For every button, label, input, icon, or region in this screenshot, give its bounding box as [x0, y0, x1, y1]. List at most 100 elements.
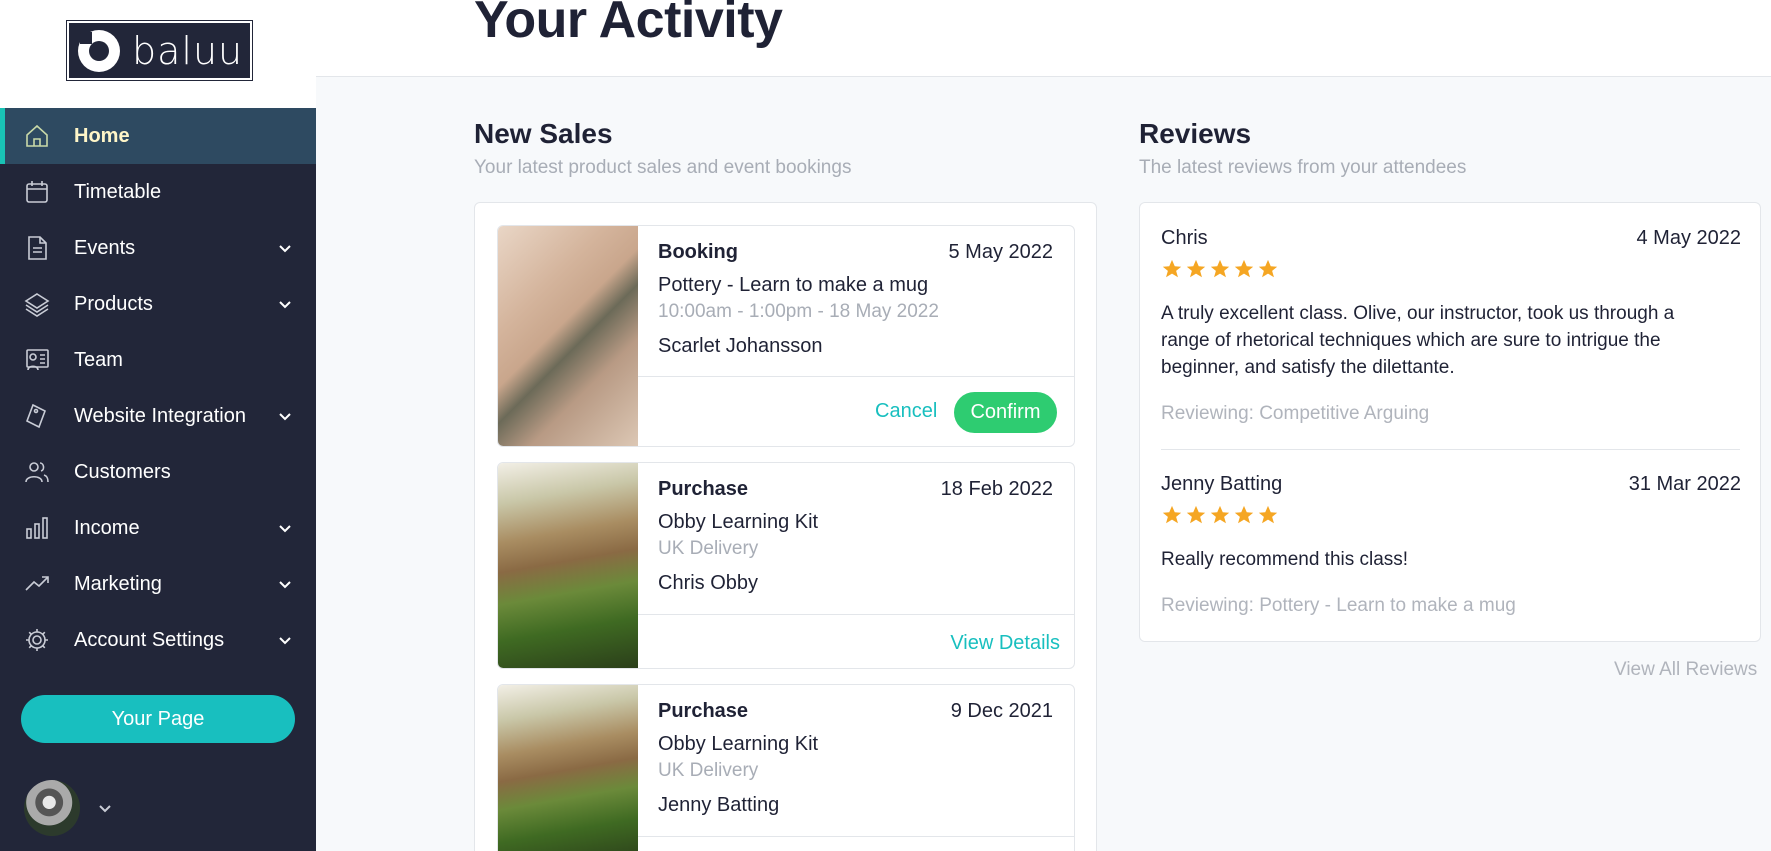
- deer-image: [498, 685, 638, 851]
- trend-line-icon: [22, 569, 52, 599]
- sale-detail: 10:00am - 1:00pm - 18 May 2022: [658, 301, 939, 322]
- star-rating: [1161, 504, 1279, 526]
- review-text: Really recommend this class!: [1161, 549, 1409, 570]
- review-date: 31 Mar 2022: [1628, 473, 1741, 495]
- sidebar-item-label: Income: [74, 516, 140, 539]
- logo-text: baluu: [132, 28, 244, 73]
- star-icon: [1233, 258, 1255, 280]
- sidebar-item-income[interactable]: Income: [0, 500, 316, 556]
- star-icon: [1185, 258, 1207, 280]
- sidebar-item-label: Account Settings: [74, 628, 225, 651]
- chevron-down-icon[interactable]: [276, 239, 294, 257]
- sidebar-item-timetable[interactable]: Timetable: [0, 164, 316, 220]
- reviews-title: Reviews: [1139, 118, 1252, 149]
- view-all-reviews-link[interactable]: View All Reviews: [1614, 659, 1757, 681]
- logo-mark-icon: [78, 29, 120, 72]
- star-icon: [1161, 504, 1183, 526]
- star-icon: [1257, 504, 1279, 526]
- new-sales-subtitle: Your latest product sales and event book…: [474, 157, 852, 178]
- star-icon: [1233, 504, 1255, 526]
- sale-type: Booking: [658, 241, 738, 263]
- tag-icon: [22, 401, 52, 431]
- star-icon: [1209, 504, 1231, 526]
- sale-customer[interactable]: Scarlet Johansson: [658, 335, 823, 358]
- sale-type: Purchase: [658, 700, 749, 722]
- sidebar-item-website-integration[interactable]: Website Integration: [0, 388, 316, 444]
- users-icon: [22, 457, 52, 487]
- reviewer-name: Chris: [1161, 227, 1208, 249]
- chevron-down-icon[interactable]: [276, 575, 294, 593]
- review-target[interactable]: Reviewing: Pottery - Learn to make a mug: [1161, 595, 1516, 617]
- sidebar-item-account-settings[interactable]: Account Settings: [0, 612, 316, 668]
- sale-detail: UK Delivery: [658, 760, 759, 781]
- sale-item-name[interactable]: Obby Learning Kit: [658, 733, 818, 756]
- new-sales-title: New Sales: [474, 118, 613, 149]
- star-rating: [1161, 258, 1279, 280]
- sale-type: Purchase: [658, 478, 749, 500]
- calendar-icon: [22, 177, 52, 207]
- deer-image: [498, 463, 638, 668]
- sale-date: 5 May 2022: [948, 241, 1053, 263]
- sidebar-item-team[interactable]: Team: [0, 332, 316, 388]
- home-icon: [22, 121, 52, 151]
- sidebar-item-label: Timetable: [74, 180, 162, 203]
- document-icon: [22, 233, 52, 263]
- pottery-image: [498, 226, 638, 446]
- divider: [638, 836, 1074, 837]
- divider: [638, 614, 1074, 615]
- sidebar-item-label: Team: [74, 348, 123, 371]
- sidebar-item-customers[interactable]: Customers: [0, 444, 316, 500]
- sale-customer[interactable]: Jenny Batting: [658, 794, 779, 817]
- star-icon: [1185, 504, 1207, 526]
- sale-detail: UK Delivery: [658, 538, 759, 559]
- bar-chart-icon: [22, 513, 52, 543]
- baluu-logo[interactable]: baluu: [66, 20, 253, 81]
- sidebar-item-label: Events: [74, 236, 136, 259]
- logo-area: baluu: [0, 0, 316, 108]
- divider: [1161, 449, 1740, 450]
- star-icon: [1209, 258, 1231, 280]
- sidebar-item-label: Customers: [74, 460, 171, 483]
- sidebar-item-label: Website Integration: [74, 404, 246, 427]
- sidebar-item-label: Home: [74, 124, 130, 147]
- sale-date: 18 Feb 2022: [940, 478, 1053, 500]
- divider: [638, 376, 1074, 377]
- team-board-icon: [22, 345, 52, 375]
- reviews-subtitle: The latest reviews from your attendees: [1139, 157, 1467, 178]
- sidebar-item-label: Marketing: [74, 572, 162, 595]
- sale-card-purchase: Purchase 9 Dec 2021 Obby Learning Kit UK…: [497, 684, 1075, 851]
- sidebar-item-products[interactable]: Products: [0, 276, 316, 332]
- confirm-button[interactable]: Confirm: [954, 392, 1057, 433]
- review-target[interactable]: Reviewing: Competitive Arguing: [1161, 403, 1429, 425]
- cancel-button[interactable]: Cancel: [875, 400, 937, 423]
- gear-icon: [22, 625, 52, 655]
- chevron-down-icon[interactable]: [96, 799, 114, 817]
- view-details-link[interactable]: View Details: [950, 632, 1060, 655]
- sale-item-name[interactable]: Pottery - Learn to make a mug: [658, 274, 928, 297]
- page-title: Your Activity: [474, 0, 783, 49]
- sale-date: 9 Dec 2021: [950, 700, 1053, 722]
- review-text: A truly excellent class. Olive, our inst…: [1161, 303, 1675, 378]
- layers-icon: [22, 289, 52, 319]
- chevron-down-icon[interactable]: [276, 631, 294, 649]
- chevron-down-icon[interactable]: [276, 295, 294, 313]
- chevron-down-icon[interactable]: [276, 407, 294, 425]
- sidebar-item-label: Products: [74, 292, 153, 315]
- sale-card-purchase: Purchase 18 Feb 2022 Obby Learning Kit U…: [497, 462, 1075, 669]
- star-icon: [1257, 258, 1279, 280]
- chevron-down-icon[interactable]: [276, 519, 294, 537]
- reviewer-name: Jenny Batting: [1161, 473, 1283, 495]
- review-date: 4 May 2022: [1636, 227, 1741, 249]
- page-header: Your Activity: [316, 0, 1771, 77]
- sale-customer[interactable]: Chris Obby: [658, 572, 758, 595]
- sale-item-name[interactable]: Obby Learning Kit: [658, 511, 818, 534]
- star-icon: [1161, 258, 1183, 280]
- sidebar-item-events[interactable]: Events: [0, 220, 316, 276]
- sidebar-nav: Home Timetable Events Products Team Webs…: [0, 108, 316, 668]
- sale-card-booking: Booking 5 May 2022 Pottery - Learn to ma…: [497, 225, 1075, 447]
- your-page-button[interactable]: Your Page: [21, 695, 295, 743]
- sidebar-item-marketing[interactable]: Marketing: [0, 556, 316, 612]
- avatar[interactable]: [24, 780, 80, 836]
- sidebar-item-home[interactable]: Home: [0, 108, 316, 164]
- sidebar: baluu Home Timetable Events Products Tea…: [0, 0, 316, 851]
